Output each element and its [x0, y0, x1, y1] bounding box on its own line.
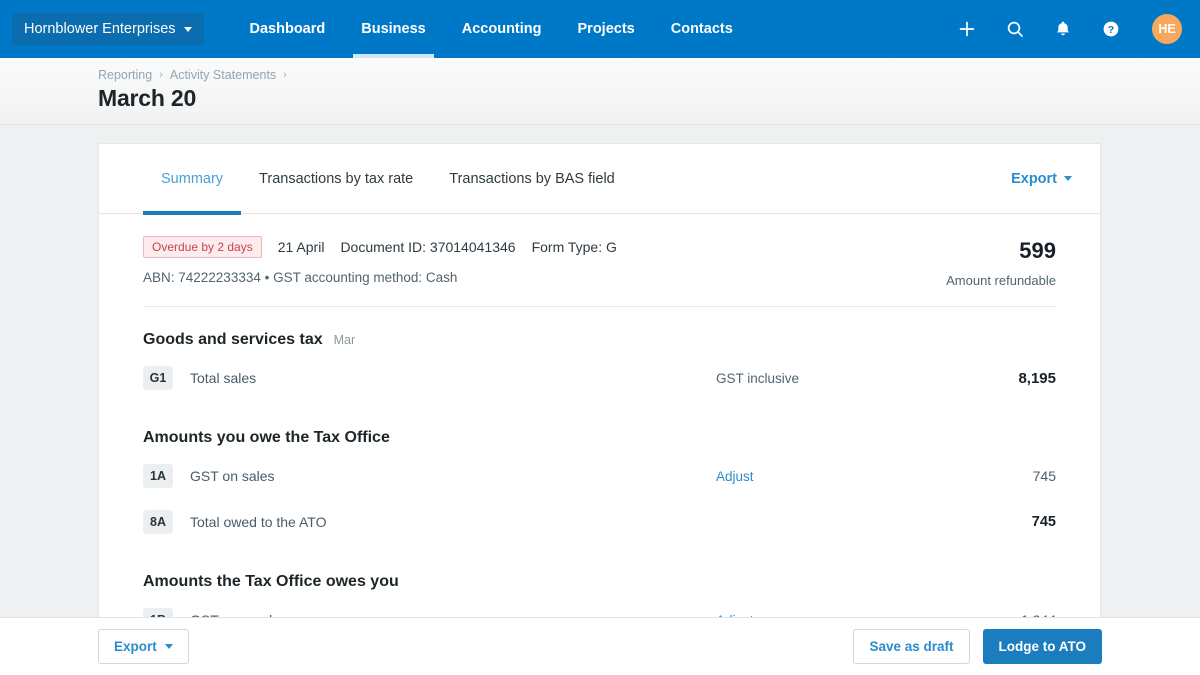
nav-icon-group: ? HE: [956, 14, 1182, 44]
line-value-g1: 8,195: [946, 370, 1056, 387]
page-header: Reporting › Activity Statements › March …: [0, 58, 1200, 125]
export-dropdown-label: Export: [1011, 171, 1057, 187]
line-code-1a: 1A: [143, 464, 173, 488]
content-area: Summary Transactions by tax rate Transac…: [0, 125, 1200, 624]
statement-meta-left: Overdue by 2 days 21 April Document ID: …: [143, 236, 946, 285]
action-footer-bar: Export Save as draft Lodge to ATO: [0, 617, 1200, 675]
card-tab-bar: Summary Transactions by tax rate Transac…: [99, 144, 1100, 214]
document-id: Document ID: 37014041346: [340, 239, 515, 255]
tab-summary[interactable]: Summary: [143, 144, 241, 214]
tab-transactions-by-bas-field[interactable]: Transactions by BAS field: [431, 144, 632, 214]
statement-meta-line-1: Overdue by 2 days 21 April Document ID: …: [143, 236, 946, 258]
statement-meta: Overdue by 2 days 21 April Document ID: …: [143, 214, 1056, 306]
line-code-8a: 8A: [143, 510, 173, 534]
line-value-1a: 745: [946, 468, 1056, 484]
abn-and-accounting-method: ABN: 74222233334 • GST accounting method…: [143, 270, 946, 285]
line-row-g1: G1 Total sales GST inclusive 8,195: [143, 355, 1056, 401]
section-title-text: Amounts you owe the Tax Office: [143, 429, 390, 447]
line-value-8a: 745: [946, 514, 1056, 530]
section-title: Amounts the Tax Office owes you: [143, 573, 1056, 591]
search-icon[interactable]: [1004, 18, 1026, 40]
chevron-down-icon: [165, 644, 173, 649]
form-type: Form Type: G: [532, 239, 617, 255]
export-dropdown-link[interactable]: Export: [1011, 171, 1072, 187]
line-code-g1: G1: [143, 366, 173, 390]
breadcrumb-separator-trailing: ›: [283, 69, 287, 81]
section-amounts-you-owe: Amounts you owe the Tax Office 1A GST on…: [143, 401, 1056, 545]
line-label-8a: Total owed to the ATO: [190, 514, 716, 530]
status-badge: Overdue by 2 days: [143, 236, 262, 258]
organisation-name: Hornblower Enterprises: [24, 21, 176, 37]
breadcrumb-separator: ›: [159, 69, 163, 81]
nav-item-projects[interactable]: Projects: [560, 0, 653, 58]
card-body: Overdue by 2 days 21 April Document ID: …: [99, 214, 1100, 624]
section-amounts-owed-to-you: Amounts the Tax Office owes you 1B GST o…: [143, 545, 1056, 624]
section-subtitle: Mar: [334, 333, 356, 347]
breadcrumb: Reporting › Activity Statements ›: [98, 68, 1200, 82]
footer-primary-actions: Save as draft Lodge to ATO: [853, 629, 1102, 664]
breadcrumb-item-reporting[interactable]: Reporting: [98, 68, 152, 82]
amount-value: 599: [946, 238, 1056, 264]
svg-text:?: ?: [1108, 24, 1114, 36]
adjust-link-1a[interactable]: Adjust: [716, 469, 946, 484]
activity-statement-card: Summary Transactions by tax rate Transac…: [98, 143, 1101, 624]
organisation-switcher-button[interactable]: Hornblower Enterprises: [12, 13, 204, 45]
bell-icon[interactable]: [1052, 18, 1074, 40]
chevron-down-icon: [184, 27, 192, 32]
breadcrumb-item-activity-statements[interactable]: Activity Statements: [170, 68, 276, 82]
footer-export-label: Export: [114, 639, 157, 654]
chevron-down-icon: [1064, 176, 1072, 181]
tab-transactions-by-tax-rate[interactable]: Transactions by tax rate: [241, 144, 431, 214]
line-label-1a: GST on sales: [190, 468, 716, 484]
amount-label: Amount refundable: [946, 273, 1056, 288]
save-as-draft-button[interactable]: Save as draft: [853, 629, 969, 664]
lodge-to-ato-button[interactable]: Lodge to ATO: [983, 629, 1103, 664]
due-date: 21 April: [278, 239, 325, 255]
help-icon[interactable]: ?: [1100, 18, 1122, 40]
line-label-g1: Total sales: [190, 370, 716, 386]
section-title-text: Amounts the Tax Office owes you: [143, 573, 399, 591]
avatar[interactable]: HE: [1152, 14, 1182, 44]
section-goods-and-services-tax: Goods and services tax Mar G1 Total sale…: [143, 307, 1056, 401]
footer-export-button[interactable]: Export: [98, 629, 189, 664]
section-title: Amounts you owe the Tax Office: [143, 429, 1056, 447]
statement-meta-right: 599 Amount refundable: [946, 236, 1056, 288]
nav-item-contacts[interactable]: Contacts: [653, 0, 751, 58]
nav-item-dashboard[interactable]: Dashboard: [232, 0, 344, 58]
nav-item-accounting[interactable]: Accounting: [444, 0, 560, 58]
top-navigation-bar: Hornblower Enterprises Dashboard Busines…: [0, 0, 1200, 58]
app-page: Hornblower Enterprises Dashboard Busines…: [0, 0, 1200, 675]
line-row-8a: 8A Total owed to the ATO 745: [143, 499, 1056, 545]
plus-icon[interactable]: [956, 18, 978, 40]
nav-item-business[interactable]: Business: [343, 0, 443, 58]
line-row-1a: 1A GST on sales Adjust 745: [143, 453, 1056, 499]
page-title: March 20: [98, 85, 1200, 112]
section-title: Goods and services tax Mar: [143, 331, 1056, 349]
section-title-text: Goods and services tax: [143, 331, 323, 349]
primary-nav-items: Dashboard Business Accounting Projects C…: [232, 0, 751, 58]
line-note-g1: GST inclusive: [716, 371, 946, 386]
